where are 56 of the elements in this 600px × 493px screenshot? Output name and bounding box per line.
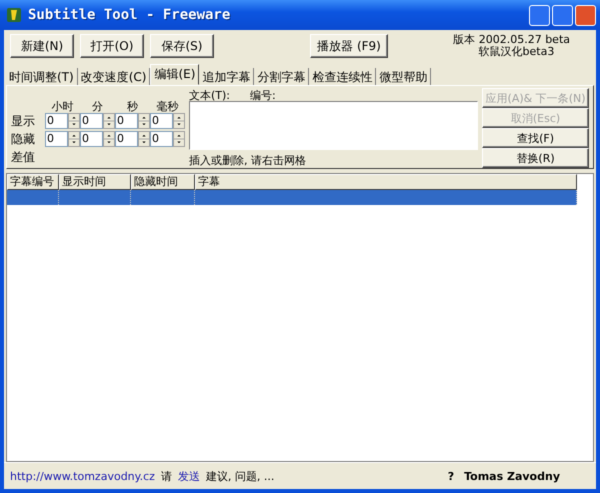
- version-text: 软鼠汉化beta3: [478, 46, 556, 58]
- maximize-button[interactable]: [552, 4, 573, 26]
- toolbar-button[interactable]: 打开(O): [80, 34, 144, 58]
- unit-label: 毫秒: [156, 98, 180, 114]
- number-label: 编号:: [250, 88, 276, 101]
- spin-buttons[interactable]: [68, 113, 80, 129]
- hint-text: 插入或删除, 请右击网格: [189, 153, 307, 168]
- tab[interactable]: 分割字幕: [254, 68, 310, 85]
- tab[interactable]: 微型帮助: [376, 68, 432, 85]
- time-field[interactable]: 0: [80, 113, 103, 129]
- time-field[interactable]: 0: [115, 113, 138, 129]
- text-label: 文本(T):: [189, 88, 230, 101]
- spin-buttons[interactable]: [68, 131, 80, 147]
- author-name: Tomas Zavodny: [464, 470, 560, 482]
- unit-label: 分: [91, 98, 104, 114]
- toolbar-button[interactable]: 保存(S): [150, 34, 214, 58]
- time-field[interactable]: 0: [80, 131, 103, 147]
- subtitle-text-field[interactable]: [189, 101, 478, 150]
- app-icon: [6, 7, 22, 23]
- unit-label: 秒: [126, 98, 139, 114]
- tab[interactable]: 追加字幕: [199, 68, 254, 85]
- spin-buttons[interactable]: [103, 131, 115, 147]
- window-title: Subtitle Tool - Freeware: [28, 7, 232, 23]
- close-button[interactable]: [575, 4, 596, 26]
- status-text: 建议, 问题, ...: [206, 468, 274, 484]
- tab[interactable]: 检查连续性: [309, 68, 376, 85]
- time-field[interactable]: 0: [115, 131, 138, 147]
- time-field[interactable]: 0: [45, 113, 68, 129]
- time-field[interactable]: 0: [150, 113, 173, 129]
- send-link[interactable]: 发送: [178, 468, 200, 484]
- tab[interactable]: 编辑(E): [150, 64, 200, 85]
- action-button[interactable]: 查找(F): [482, 128, 589, 148]
- action-button[interactable]: 替换(R): [482, 148, 589, 168]
- spin-buttons[interactable]: [138, 131, 150, 147]
- row-label: 显示: [11, 112, 36, 130]
- spin-buttons[interactable]: [103, 113, 115, 129]
- toolbar-button[interactable]: 新建(N): [10, 34, 74, 58]
- help-text: ?: [448, 470, 454, 482]
- status-text: 请: [160, 468, 172, 484]
- spin-buttons[interactable]: [138, 113, 150, 129]
- row-label: 差值: [11, 148, 36, 166]
- column-header[interactable]: 字幕: [195, 174, 577, 190]
- version-text: 版本 2002.05.27 beta: [453, 34, 570, 46]
- website-link[interactable]: http://www.tomzavodny.cz: [10, 470, 155, 482]
- minimize-button[interactable]: [529, 4, 550, 26]
- time-field[interactable]: 0: [150, 131, 173, 147]
- tab[interactable]: 时间调整(T): [6, 68, 78, 85]
- spin-buttons[interactable]: [173, 113, 185, 129]
- spin-buttons[interactable]: [173, 131, 185, 147]
- player-button[interactable]: 播放器 (F9): [310, 34, 388, 58]
- time-field[interactable]: 0: [45, 131, 68, 147]
- column-header[interactable]: 显示时间: [59, 174, 131, 190]
- column-header[interactable]: 隐藏时间: [131, 174, 195, 190]
- row-label: 隐藏: [11, 130, 36, 148]
- unit-label: 小时: [50, 98, 74, 114]
- column-header[interactable]: 字幕编号: [7, 174, 59, 190]
